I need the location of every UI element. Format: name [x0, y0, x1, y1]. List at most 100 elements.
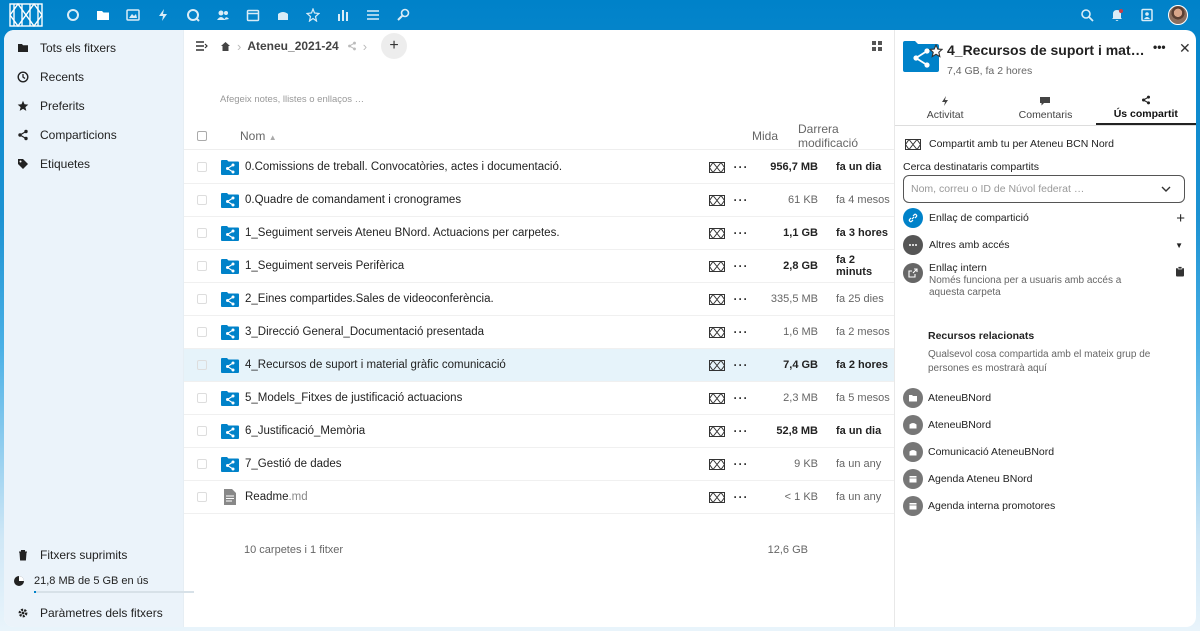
shared-group-icon[interactable]	[708, 293, 726, 305]
row-checkbox[interactable]	[197, 195, 207, 205]
file-row[interactable]: 7_Gestió de dades ··· 9 KB fa un any	[184, 448, 894, 481]
file-row[interactable]: 1_Seguiment serveis Perifèrica ··· 2,8 GB f…	[184, 250, 894, 283]
nav-item-shares[interactable]: Comparticions	[4, 120, 183, 149]
breadcrumb-current-folder[interactable]: Ateneu_2021-24	[247, 39, 338, 53]
related-item[interactable]: Agenda interna promotores	[903, 492, 1187, 519]
file-name[interactable]: 6_Justificació_Memòria	[245, 425, 708, 437]
activity-icon[interactable]	[148, 0, 178, 30]
file-name[interactable]: 4_Recursos de suport i material gràfic c…	[245, 359, 708, 371]
copy-icon[interactable]	[1175, 266, 1185, 280]
file-actions-icon[interactable]: ···	[726, 358, 756, 372]
file-actions-icon[interactable]: ···	[726, 391, 756, 405]
row-checkbox[interactable]	[197, 426, 207, 436]
forms-icon[interactable]	[298, 0, 328, 30]
shared-group-icon[interactable]	[708, 392, 726, 404]
column-header-name[interactable]: Nom ▲	[240, 129, 730, 143]
tab-comments[interactable]: Comentaris	[995, 92, 1095, 125]
more-actions-icon[interactable]: •••	[1153, 40, 1166, 54]
share-link-row[interactable]: Enllaç de compartició +	[903, 208, 1187, 228]
file-actions-icon[interactable]: ···	[726, 490, 756, 504]
favorite-star-icon[interactable]	[928, 43, 944, 58]
file-name[interactable]: 3_Direcció General_Documentació presenta…	[245, 326, 708, 338]
related-item[interactable]: AteneuBNord	[903, 411, 1187, 438]
file-name[interactable]: 1_Seguiment serveis Perifèrica	[245, 260, 708, 272]
related-item[interactable]: Agenda Ateneu BNord	[903, 465, 1187, 492]
file-actions-icon[interactable]: ···	[726, 424, 756, 438]
others-access-row[interactable]: Altres amb accés ▼	[903, 235, 1187, 255]
nav-item-tags[interactable]: Etiquetes	[4, 149, 183, 178]
row-checkbox[interactable]	[197, 360, 207, 370]
row-checkbox[interactable]	[197, 228, 207, 238]
file-actions-icon[interactable]: ···	[726, 325, 756, 339]
tab-sharing[interactable]: Ús compartit	[1095, 92, 1196, 125]
search-icon[interactable]	[1072, 0, 1102, 30]
related-item[interactable]: AteneuBNord	[903, 384, 1187, 411]
file-actions-icon[interactable]: ···	[726, 226, 756, 240]
file-name[interactable]: 0.Quadre de comandament i cronogrames	[245, 194, 708, 206]
shared-group-icon[interactable]	[708, 194, 726, 206]
file-row[interactable]: 3_Direcció General_Documentació presenta…	[184, 316, 894, 349]
shared-group-icon[interactable]	[708, 425, 726, 437]
shared-group-icon[interactable]	[708, 359, 726, 371]
row-checkbox[interactable]	[197, 492, 207, 502]
contacts-menu-icon[interactable]	[1132, 0, 1162, 30]
add-link-icon[interactable]: +	[1176, 210, 1185, 227]
logo[interactable]	[8, 2, 44, 28]
shared-group-icon[interactable]	[708, 227, 726, 239]
toggle-navigation-icon[interactable]	[196, 41, 208, 51]
file-name[interactable]: 1_Seguiment serveis Ateneu BNord. Actuac…	[245, 227, 708, 239]
row-checkbox[interactable]	[197, 327, 207, 337]
chevron-down-icon[interactable]	[1161, 186, 1171, 192]
share-icon[interactable]	[347, 41, 357, 51]
file-row[interactable]: 0.Comissions de treball. Convocatòries, …	[184, 151, 894, 184]
dashboard-icon[interactable]	[58, 0, 88, 30]
column-header-size[interactable]: Mida	[730, 129, 778, 143]
avatar[interactable]	[1168, 5, 1188, 25]
nav-item-all-files[interactable]: Tots els fitxers	[4, 33, 183, 62]
talk-icon[interactable]	[178, 0, 208, 30]
file-row[interactable]: Readme.md ··· < 1 KB fa un any	[184, 481, 894, 514]
share-search-field[interactable]	[903, 175, 1185, 203]
row-checkbox[interactable]	[197, 393, 207, 403]
tab-activity[interactable]: Activitat	[895, 92, 995, 125]
file-row[interactable]: 0.Quadre de comandament i cronogrames ···…	[184, 184, 894, 217]
row-checkbox[interactable]	[197, 261, 207, 271]
related-item[interactable]: Comunicació AteneuBNord	[903, 438, 1187, 465]
shared-group-icon[interactable]	[708, 326, 726, 338]
close-icon[interactable]: ✕	[1179, 40, 1191, 57]
column-header-modified[interactable]: Darrera modificació	[794, 122, 894, 150]
analytics-icon[interactable]	[328, 0, 358, 30]
photos-icon[interactable]	[118, 0, 148, 30]
file-name[interactable]: 5_Models_Fitxes de justificació actuacio…	[245, 392, 708, 404]
file-name[interactable]: 7_Gestió de dades	[245, 458, 708, 470]
row-checkbox[interactable]	[197, 294, 207, 304]
nav-item-favorites[interactable]: Preferits	[4, 91, 183, 120]
notifications-icon[interactable]	[1102, 0, 1132, 30]
tasks-icon[interactable]	[358, 0, 388, 30]
deck-icon[interactable]	[268, 0, 298, 30]
grid-view-icon[interactable]	[872, 40, 882, 54]
shared-group-icon[interactable]	[708, 260, 726, 272]
share-search-input[interactable]	[911, 183, 1161, 195]
nav-item-deleted-files[interactable]: Fitxers suprimits	[4, 540, 183, 569]
new-button[interactable]: +	[381, 33, 408, 59]
caret-down-icon[interactable]: ▼	[1175, 241, 1183, 250]
file-actions-icon[interactable]: ···	[726, 160, 756, 174]
row-checkbox[interactable]	[197, 459, 207, 469]
contacts-icon[interactable]	[208, 0, 238, 30]
files-icon[interactable]	[88, 0, 118, 30]
file-row[interactable]: 4_Recursos de suport i material gràfic c…	[184, 349, 894, 382]
file-row[interactable]: 6_Justificació_Memòria ··· 52,8 MB fa un di…	[184, 415, 894, 448]
shared-group-icon[interactable]	[708, 491, 726, 503]
nav-item-settings[interactable]: Paràmetres dels fitxers	[4, 598, 183, 627]
file-name[interactable]: Readme.md	[245, 491, 708, 503]
shared-group-icon[interactable]	[708, 161, 726, 173]
row-checkbox[interactable]	[197, 162, 207, 172]
file-name[interactable]: 2_Eines compartides.Sales de videoconfer…	[245, 293, 708, 305]
file-actions-icon[interactable]: ···	[726, 259, 756, 273]
file-actions-icon[interactable]: ···	[726, 457, 756, 471]
home-icon[interactable]	[220, 41, 231, 52]
file-row[interactable]: 2_Eines compartides.Sales de videoconfer…	[184, 283, 894, 316]
calendar-icon[interactable]	[238, 0, 268, 30]
shared-group-icon[interactable]	[708, 458, 726, 470]
